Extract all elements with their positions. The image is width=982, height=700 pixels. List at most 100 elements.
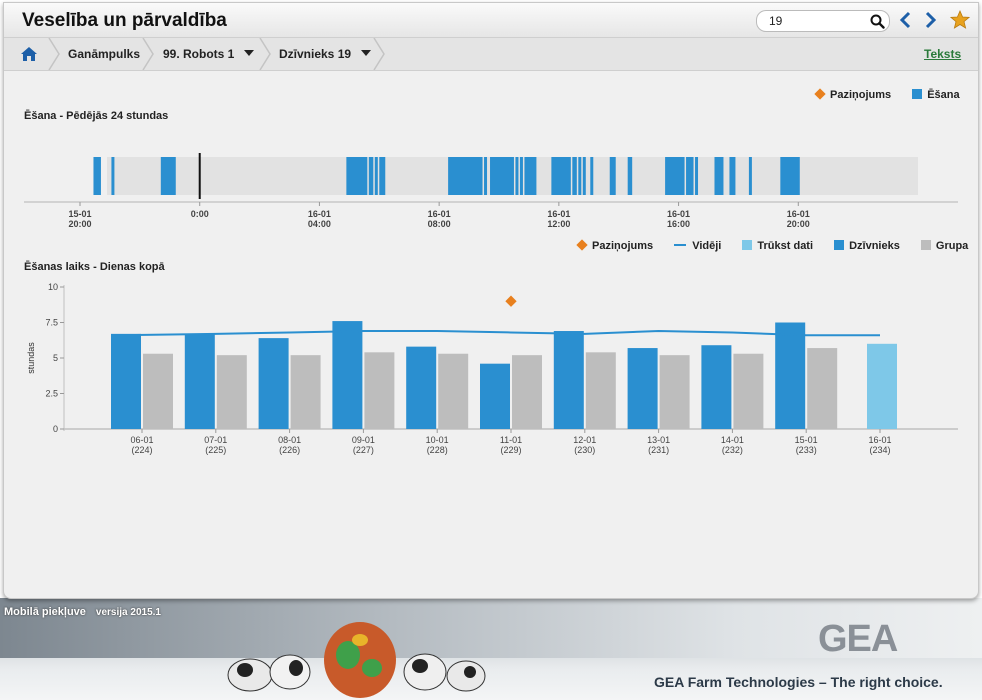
timeline-tick-label: 04:00 <box>308 219 331 229</box>
search-icon[interactable] <box>869 13 885 29</box>
animal-bar <box>184 333 215 429</box>
daily-eating-bar-chart: 0 2.5 5 7.5 10 stundas 06-01(224) 07-01(225) 08-… <box>26 282 958 455</box>
group-legend-swatch <box>920 240 931 250</box>
animal-legend-swatch <box>834 240 845 250</box>
eating-interval-bar <box>484 157 488 195</box>
x-tick-label: 11-01 <box>500 435 522 445</box>
eating-interval-bar <box>519 157 523 195</box>
search-input[interactable]: 19 <box>769 14 782 28</box>
eating-interval-bar <box>780 157 800 195</box>
x-tick-day-label: (234) <box>869 445 890 455</box>
eating-interval-bar <box>582 157 586 195</box>
animal-bar <box>627 348 658 429</box>
eating-interval-bar <box>379 157 386 195</box>
next-arrow-icon[interactable] <box>922 11 938 29</box>
animal-bar <box>111 333 141 429</box>
previous-arrow-icon[interactable] <box>898 11 914 29</box>
breadcrumb-separator <box>48 38 60 70</box>
x-tick-day-label: (228) <box>427 445 448 455</box>
gea-slogan: GEA Farm Technologies – The right choice… <box>654 674 943 690</box>
gea-logo: GEA <box>818 618 898 660</box>
eating-interval-bar <box>160 157 176 195</box>
y-tick-label: 5 <box>53 353 58 363</box>
chart1-legend-notice: Paziņojums <box>830 89 892 101</box>
animal-bar <box>406 346 437 429</box>
eating-interval-bar <box>515 157 519 195</box>
text-view-link[interactable]: Teksts <box>924 47 961 61</box>
breadcrumb-robot[interactable]: 99. Robots 1 <box>163 38 255 70</box>
timeline-tick-label: 16:00 <box>667 219 690 229</box>
animal-bar <box>553 331 584 429</box>
x-tick-day-label: (224) <box>131 445 152 455</box>
title-bar: Veselība un pārvaldība 19 <box>4 3 978 38</box>
y-tick-label: 7.5 <box>45 318 58 328</box>
average-legend-line <box>674 244 687 246</box>
mobile-access-label: Mobilā piekļuve <box>4 606 86 618</box>
chevron-down-icon[interactable] <box>244 50 255 56</box>
x-tick-label: 08-01 <box>278 435 301 445</box>
eating-interval-bar <box>490 157 514 195</box>
x-tick-day-label: (233) <box>796 445 817 455</box>
x-tick-label: 16-01 <box>868 435 891 445</box>
eating-interval-bar <box>572 157 577 195</box>
chart2-legend-missing: Trūkst dati <box>757 240 814 252</box>
x-tick-day-label: (231) <box>648 445 669 455</box>
x-tick-day-label: (229) <box>500 445 521 455</box>
timeline-tick-label: 16-01 <box>787 209 810 219</box>
group-bar <box>585 352 616 429</box>
eating-interval-bar <box>578 157 582 195</box>
breadcrumb-animal-label: Dzīvnieks 19 <box>279 47 352 61</box>
eating-interval-bar <box>665 157 685 195</box>
eating-interval-bar <box>627 157 633 195</box>
x-tick-label: 13-01 <box>647 435 670 445</box>
group-bar <box>216 355 247 429</box>
timeline-tick-label: 16-01 <box>667 209 690 219</box>
cows-illustration <box>227 622 486 698</box>
eating-interval-bar <box>686 157 694 195</box>
y-tick-label: 0 <box>53 424 58 434</box>
eating-interval-bar <box>374 157 378 195</box>
timeline-tick-label: 16-01 <box>428 209 451 219</box>
x-tick-label: 12-01 <box>573 435 596 445</box>
timeline-tick-label: 20:00 <box>68 219 91 229</box>
favorite-star-icon[interactable] <box>950 10 970 30</box>
y-tick-label: 10 <box>48 282 58 292</box>
animal-bar <box>701 345 732 429</box>
animal-bar <box>332 321 363 429</box>
group-bar <box>438 353 469 429</box>
eating-interval-bar <box>729 157 736 195</box>
group-bar <box>807 348 838 429</box>
timeline-tick-label: 0:00 <box>191 209 209 219</box>
animal-bar <box>258 338 289 429</box>
eating-interval-bar <box>346 157 368 195</box>
breadcrumb-animal[interactable]: Dzīvnieks 19 <box>279 38 372 70</box>
eating-interval-bar <box>695 157 699 195</box>
breadcrumb-herd[interactable]: Ganāmpulks <box>68 38 140 70</box>
eating-interval-bar <box>448 157 483 195</box>
timeline-tick-label: 16-01 <box>308 209 331 219</box>
chevron-down-icon[interactable] <box>361 50 372 56</box>
eating-interval-bar <box>590 157 594 195</box>
timeline-tick-label: 20:00 <box>787 219 810 229</box>
timeline-tick-label: 12:00 <box>547 219 570 229</box>
eating-interval-bar <box>524 157 537 195</box>
breadcrumb: Ganāmpulks 99. Robots 1 Dzīvnieks 19 Tek… <box>4 38 978 71</box>
search-box[interactable]: 19 <box>756 10 890 32</box>
breadcrumb-separator <box>142 38 154 70</box>
average-line <box>111 330 880 337</box>
eating-interval-bar <box>551 157 571 195</box>
breadcrumb-robot-label: 99. Robots 1 <box>163 47 235 61</box>
group-bar <box>143 353 173 429</box>
eating-interval-bar <box>368 157 374 195</box>
home-icon[interactable] <box>20 46 38 62</box>
eating-legend-swatch <box>912 89 923 99</box>
y-axis-label: stundas <box>26 342 36 374</box>
x-tick-label: 14-01 <box>721 435 744 445</box>
eating-interval-bar <box>111 157 115 195</box>
group-bar <box>659 355 690 429</box>
x-tick-label: 15-01 <box>795 435 818 445</box>
group-bar <box>733 353 764 429</box>
chart1-legend-eating: Ēšana <box>927 89 960 101</box>
y-tick-label: 2.5 <box>45 389 58 399</box>
x-tick-day-label: (226) <box>279 445 300 455</box>
